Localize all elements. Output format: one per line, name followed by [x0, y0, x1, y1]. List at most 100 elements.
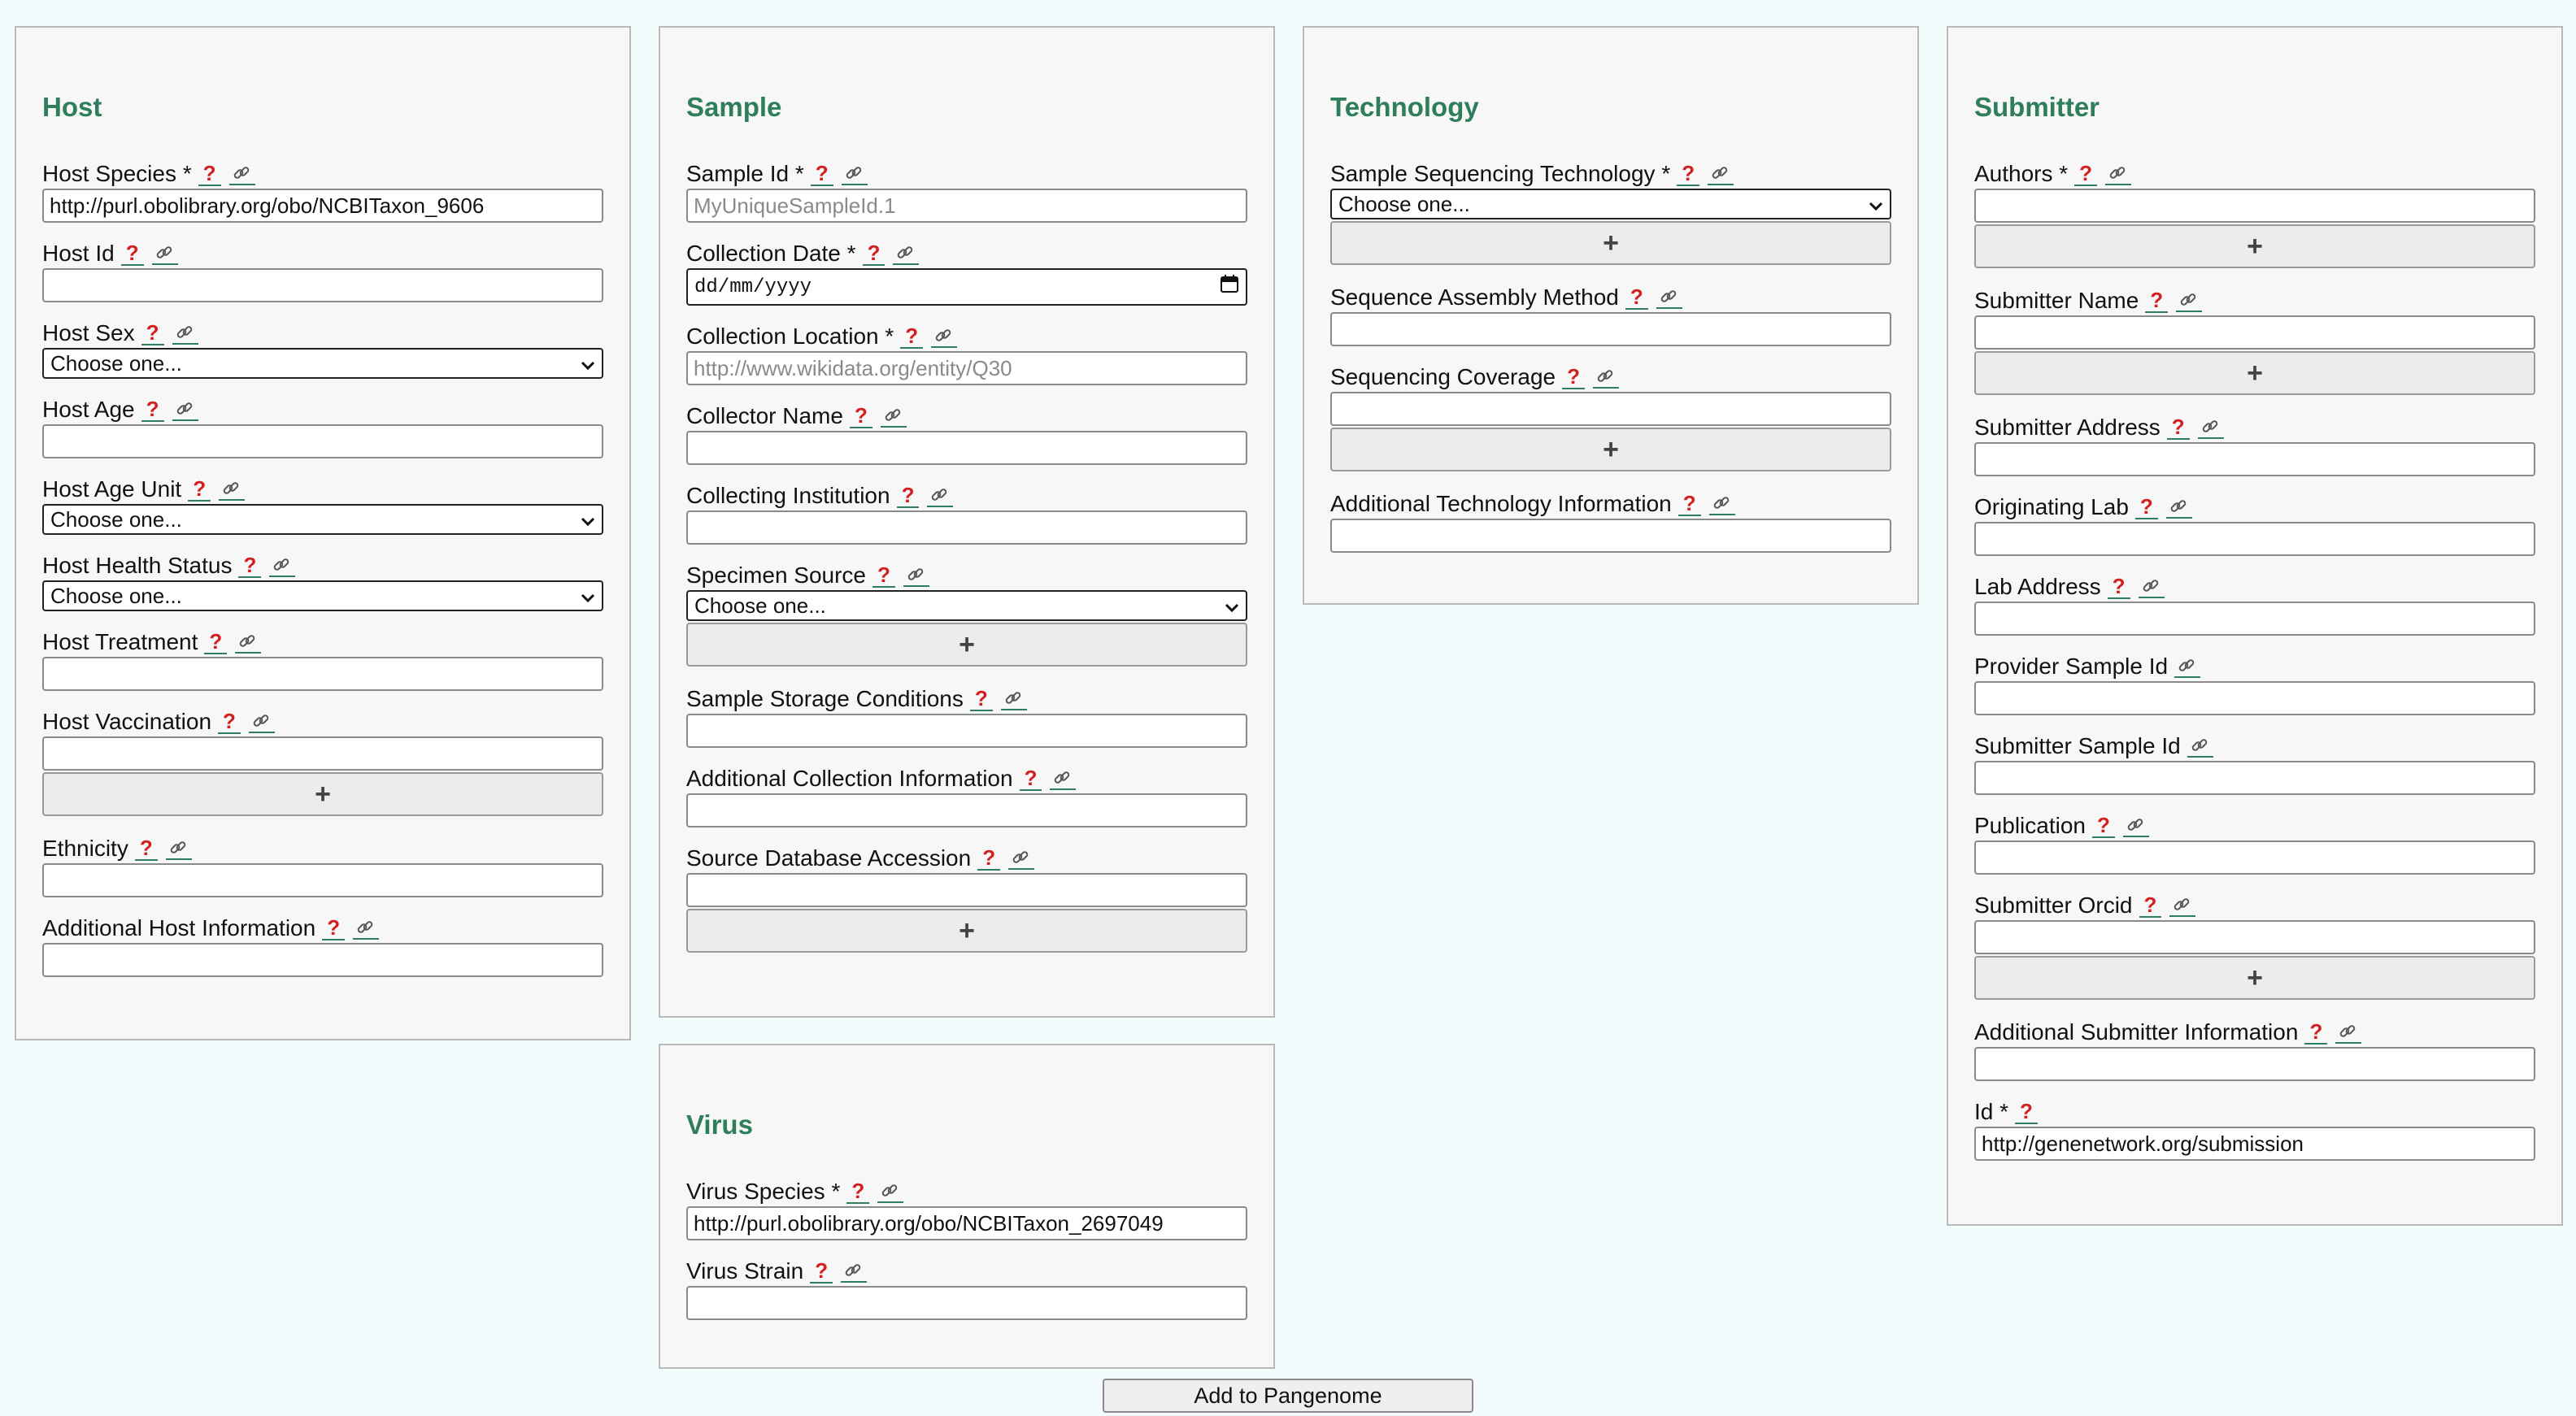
chain-link-icon[interactable]	[1708, 493, 1735, 515]
chain-link-icon[interactable]	[2176, 289, 2203, 312]
help-link[interactable]: ?	[2134, 495, 2158, 519]
add-authors-button[interactable]: +	[1974, 224, 2535, 268]
help-link[interactable]: ?	[969, 687, 993, 711]
chain-link-icon[interactable]	[927, 484, 954, 507]
chain-link-icon[interactable]	[151, 242, 178, 265]
help-link[interactable]: ?	[2091, 814, 2115, 838]
chain-link-icon[interactable]	[841, 163, 868, 185]
help-link[interactable]: ?	[810, 1259, 833, 1284]
add-submitter-name-button[interactable]: +	[1974, 351, 2535, 395]
chain-link-icon[interactable]	[2187, 735, 2213, 758]
chain-link-icon[interactable]	[877, 1180, 904, 1203]
additional-collection-information-input[interactable]	[686, 793, 1247, 827]
submitter-orcid-input[interactable]	[1974, 920, 2535, 954]
chain-link-icon[interactable]	[2105, 163, 2132, 185]
chain-link-icon[interactable]	[1708, 163, 1734, 185]
host-age-input[interactable]	[42, 424, 603, 458]
help-link[interactable]: ?	[141, 321, 164, 345]
help-link[interactable]: ?	[2074, 162, 2098, 186]
collector-name-input[interactable]	[686, 431, 1247, 465]
chain-link-icon[interactable]	[880, 405, 907, 428]
help-link[interactable]: ?	[977, 846, 1001, 871]
chain-link-icon[interactable]	[235, 631, 262, 654]
help-link[interactable]: ?	[2015, 1100, 2038, 1124]
specimen-source-select[interactable]: Choose one...	[686, 590, 1247, 621]
chain-link-icon[interactable]	[2138, 576, 2165, 598]
add-host-vaccination-button[interactable]: +	[42, 772, 603, 816]
authors-input[interactable]	[1974, 189, 2535, 223]
host-species-input[interactable]	[42, 189, 603, 223]
collecting-institution-input[interactable]	[686, 510, 1247, 545]
help-link[interactable]: ?	[218, 710, 241, 734]
chain-link-icon[interactable]	[1656, 286, 1682, 309]
host-vaccination-input[interactable]	[42, 736, 603, 771]
help-link[interactable]: ?	[1562, 365, 1585, 389]
virus-strain-input[interactable]	[686, 1286, 1247, 1320]
sequencing-coverage-input[interactable]	[1330, 392, 1891, 426]
chain-link-icon[interactable]	[165, 837, 192, 860]
chain-link-icon[interactable]	[269, 554, 296, 577]
help-link[interactable]: ?	[120, 241, 144, 266]
chain-link-icon[interactable]	[353, 917, 380, 940]
chain-link-icon[interactable]	[228, 163, 255, 185]
add-submitter-orcid-button[interactable]: +	[1974, 956, 2535, 1000]
id-input[interactable]	[1974, 1127, 2535, 1161]
publication-input[interactable]	[1974, 840, 2535, 875]
submitter-name-input[interactable]	[1974, 315, 2535, 350]
chain-link-icon[interactable]	[841, 1260, 868, 1283]
host-age-unit-select[interactable]: Choose one...	[42, 504, 603, 535]
chain-link-icon[interactable]	[2174, 655, 2201, 678]
originating-lab-input[interactable]	[1974, 522, 2535, 556]
help-link[interactable]: ?	[872, 563, 895, 588]
chain-link-icon[interactable]	[172, 398, 198, 421]
add-source-database-accession-button[interactable]: +	[686, 909, 1247, 953]
host-id-input[interactable]	[42, 268, 603, 302]
source-database-accession-input[interactable]	[686, 873, 1247, 907]
help-link[interactable]: ?	[900, 324, 924, 349]
help-link[interactable]: ?	[810, 162, 833, 186]
add-sample-sequencing-technology-button[interactable]: +	[1330, 221, 1891, 265]
collection-location-input[interactable]	[686, 351, 1247, 385]
help-link[interactable]: ?	[188, 477, 211, 502]
chain-link-icon[interactable]	[2335, 1021, 2362, 1044]
calendar-icon[interactable]	[1220, 274, 1239, 300]
sequence-assembly-method-input[interactable]	[1330, 312, 1891, 346]
chain-link-icon[interactable]	[219, 478, 246, 501]
help-link[interactable]: ?	[238, 554, 262, 578]
chain-link-icon[interactable]	[1008, 847, 1035, 870]
sample-storage-conditions-input[interactable]	[686, 714, 1247, 748]
chain-link-icon[interactable]	[2122, 814, 2149, 837]
help-link[interactable]: ?	[2139, 893, 2162, 918]
chain-link-icon[interactable]	[2197, 416, 2224, 439]
help-link[interactable]: ?	[198, 162, 221, 186]
chain-link-icon[interactable]	[1592, 366, 1619, 389]
help-link[interactable]: ?	[2166, 415, 2190, 440]
help-link[interactable]: ?	[2107, 575, 2130, 599]
chain-link-icon[interactable]	[1000, 688, 1027, 710]
host-sex-select[interactable]: Choose one...	[42, 348, 603, 379]
chain-link-icon[interactable]	[903, 564, 929, 587]
sample-sequencing-technology-select[interactable]: Choose one...	[1330, 189, 1891, 219]
help-link[interactable]: ?	[849, 404, 872, 428]
ethnicity-input[interactable]	[42, 863, 603, 897]
help-link[interactable]: ?	[1625, 285, 1648, 310]
add-specimen-source-button[interactable]: +	[686, 623, 1247, 667]
submitter-address-input[interactable]	[1974, 442, 2535, 476]
chain-link-icon[interactable]	[172, 322, 198, 345]
chain-link-icon[interactable]	[931, 325, 958, 348]
add-to-pangenome-button[interactable]: Add to Pangenome	[1103, 1379, 1473, 1413]
help-link[interactable]: ?	[896, 484, 920, 508]
chain-link-icon[interactable]	[1050, 767, 1077, 790]
help-link[interactable]: ?	[134, 836, 158, 861]
chain-link-icon[interactable]	[2165, 496, 2192, 519]
help-link[interactable]: ?	[1677, 492, 1701, 516]
chain-link-icon[interactable]	[248, 710, 275, 733]
virus-species-input[interactable]	[686, 1206, 1247, 1240]
help-link[interactable]: ?	[204, 630, 228, 654]
provider-sample-id-input[interactable]	[1974, 681, 2535, 715]
help-link[interactable]: ?	[141, 397, 164, 422]
help-link[interactable]: ?	[1019, 767, 1042, 791]
submitter-sample-id-input[interactable]	[1974, 761, 2535, 795]
sample-id-input[interactable]	[686, 189, 1247, 223]
additional-submitter-information-input[interactable]	[1974, 1047, 2535, 1081]
